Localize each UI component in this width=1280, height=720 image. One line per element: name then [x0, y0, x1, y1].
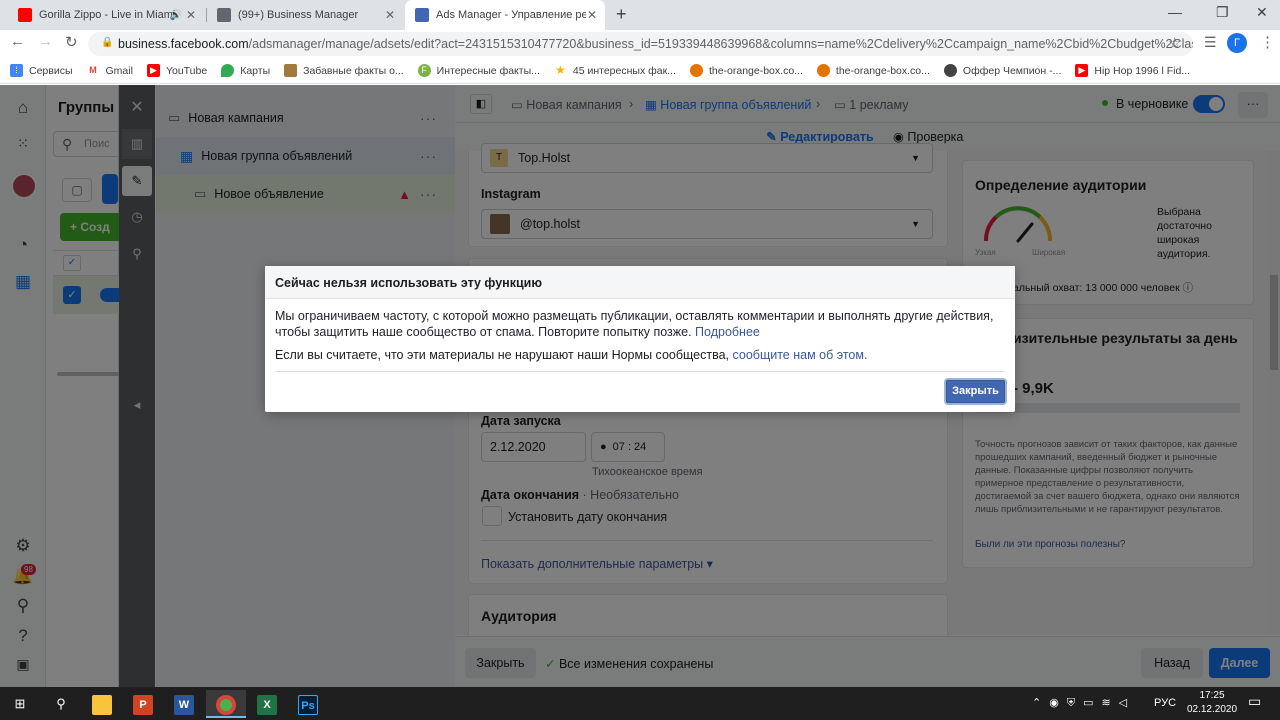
photoshop-icon[interactable]: Ps	[288, 690, 328, 718]
bookmark-item[interactable]: ⁞ Сервисы	[10, 64, 73, 77]
profile-avatar[interactable]: Г	[1227, 33, 1247, 53]
bookmark-item[interactable]: ▶ YouTube	[146, 64, 207, 77]
bookmarks-bar: ⁞ Сервисы M Gmail ▶ YouTube Карты Забавные …	[0, 58, 1280, 84]
close-window-icon[interactable]: ✕	[1256, 4, 1268, 21]
dialog-report-text: Если вы считаете, что эти материалы не н…	[275, 348, 868, 362]
rate-limit-dialog: Сейчас нельзя использовать эту функцию М…	[265, 266, 1015, 412]
star-icon: ★	[554, 63, 566, 77]
green-f-icon: F	[417, 64, 431, 77]
speaker-icon: 🔊	[169, 9, 182, 21]
tab-title: Gorilla Zippo - Live in Miami	[39, 9, 176, 21]
lock-icon[interactable]: 🔒	[101, 37, 113, 48]
champion-icon	[943, 64, 957, 77]
maps-pin-icon	[221, 64, 235, 77]
bookmark-item[interactable]: ▶ Hip Hop 1996 l Fid...	[1075, 64, 1190, 77]
tab-title: (99+) Business Manager	[238, 9, 359, 21]
bookmark-item[interactable]: M Gmail	[86, 64, 133, 77]
dialog-message: Мы ограничиваем частоту, с которой можно…	[275, 309, 994, 339]
bookmark-image-icon	[284, 64, 298, 77]
orange-box-icon	[816, 64, 830, 77]
forward-arrow-icon[interactable]: →	[38, 33, 53, 50]
minimize-icon[interactable]: —	[1168, 4, 1182, 20]
powerpoint-icon[interactable]: P	[123, 690, 163, 718]
business-manager-icon	[217, 8, 231, 22]
maximize-icon[interactable]: ❐	[1216, 4, 1229, 21]
close-tab-icon[interactable]: ✕	[587, 8, 597, 22]
youtube-icon	[18, 8, 32, 22]
browser-tab-strip: Gorilla Zippo - Live in Miami 🔊 ✕ (99+) …	[0, 0, 1280, 30]
bookmark-item[interactable]: the-orange-box.co...	[689, 64, 803, 77]
close-tab-icon[interactable]: ✕	[186, 8, 196, 22]
input-language[interactable]: РУС	[1154, 697, 1176, 709]
gmail-icon: M	[86, 64, 100, 77]
youtube-icon: ▶	[1075, 64, 1089, 77]
bookmark-item[interactable]: F Интересные факты...	[417, 64, 540, 77]
bookmark-item[interactable]: Карты	[221, 64, 270, 77]
browser-menu-icon[interactable]: ⋮	[1260, 33, 1275, 51]
bookmark-item[interactable]: the-orange-box.co...	[816, 64, 930, 77]
reload-icon[interactable]: ↻	[65, 33, 78, 51]
ads-manager-icon	[415, 8, 429, 22]
apps-grid-icon: ⁞	[10, 64, 23, 77]
learn-more-link[interactable]: Подробнее	[695, 325, 760, 339]
file-explorer-icon[interactable]	[82, 690, 122, 718]
close-tab-icon[interactable]: ✕	[385, 8, 395, 22]
notifications-center-icon[interactable]: ▭	[1248, 693, 1261, 710]
browser-tab[interactable]: Gorilla Zippo - Live in Miami 🔊 ✕	[8, 0, 204, 30]
word-icon[interactable]: W	[164, 690, 204, 718]
tab-title: Ads Manager - Управление рекл	[436, 9, 586, 21]
youtube-icon: ▶	[146, 64, 160, 77]
url-host: business.facebook.com	[118, 37, 249, 51]
orange-box-icon	[689, 64, 703, 77]
bookmark-item[interactable]: Забавные факты о...	[284, 64, 404, 77]
new-tab-button[interactable]: +	[616, 4, 627, 25]
bookmark-item[interactable]: Оффер Чемпион -...	[943, 64, 1061, 77]
url-path: /adsmanager/manage/adsets/edit?act=24315…	[248, 37, 1193, 51]
browser-tab[interactable]: (99+) Business Manager ✕	[207, 0, 403, 30]
dialog-close-button[interactable]: Закрыть	[946, 380, 1005, 403]
bookmark-star-icon[interactable]: ☆	[1168, 34, 1181, 52]
bookmark-item[interactable]: ★ 45 интересных фак...	[554, 64, 676, 77]
excel-icon[interactable]: X	[247, 690, 287, 718]
report-link[interactable]: сообщите нам об этом.	[732, 348, 867, 362]
taskbar-clock[interactable]: 17:25 02.12.2020	[1180, 689, 1244, 717]
search-icon[interactable]: ⚲	[41, 690, 81, 718]
browser-tab-active[interactable]: Ads Manager - Управление рекл ✕	[405, 0, 605, 30]
reading-list-icon[interactable]: ☰	[1204, 34, 1217, 51]
dialog-title: Сейчас нельзя использовать эту функцию	[265, 266, 1015, 299]
system-tray-icons[interactable]: ⌃◉⛨▭≋◁	[1032, 696, 1135, 710]
address-bar[interactable]: business.facebook.com/adsmanager/manage/…	[88, 32, 1193, 56]
back-arrow-icon[interactable]: ←	[10, 33, 25, 50]
windows-start-icon[interactable]: ⊞	[0, 690, 40, 718]
chrome-icon[interactable]	[206, 690, 246, 718]
